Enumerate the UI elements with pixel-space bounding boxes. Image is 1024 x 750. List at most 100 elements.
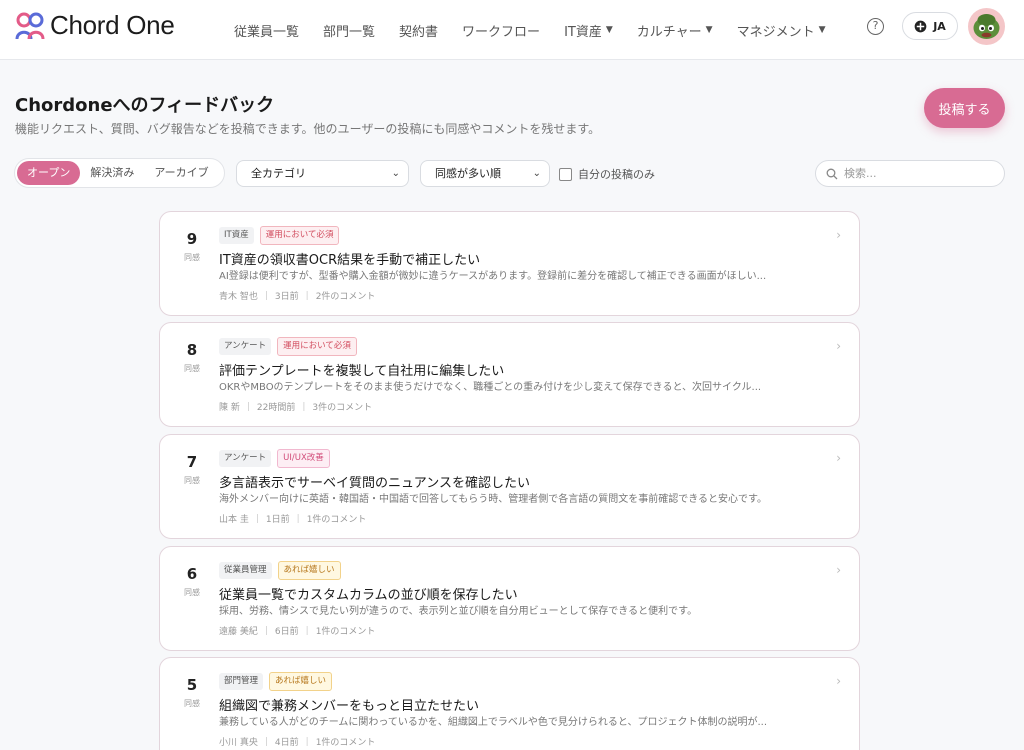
card-description: AI登録は便利ですが、型番や購入金額が微妙に違うケースがあります。登録前に差分を… — [219, 271, 767, 282]
vote-count[interactable]: 7 同感 — [180, 453, 204, 486]
meta-divider: | — [264, 290, 268, 301]
meta-divider: | — [246, 401, 250, 412]
category-select[interactable]: 全カテゴリ ⌄ — [236, 160, 409, 187]
vote-number: 5 — [186, 676, 198, 694]
post-button[interactable]: 投稿する — [924, 88, 1005, 128]
priority-badge: 運用において必須 — [277, 337, 357, 356]
search-input[interactable] — [844, 167, 994, 180]
author-name: 青木 智也 — [219, 292, 258, 302]
chevron-right-icon: › — [836, 674, 841, 688]
category-tag: 部門管理 — [219, 673, 264, 690]
comment-count: 2件のコメント — [315, 292, 376, 302]
chevron-down-icon: ⌄ — [391, 168, 400, 179]
meta-divider: | — [305, 625, 309, 636]
sort-select-value: 同感が多い順 — [435, 167, 501, 180]
language-button[interactable]: JA — [902, 12, 958, 40]
category-tag: アンケート — [219, 338, 272, 355]
meta-divider: | — [302, 401, 306, 412]
nav-item-workflow[interactable]: ワークフロー — [450, 21, 552, 40]
comment-count: 1件のコメント — [306, 515, 367, 525]
category-tag: アンケート — [219, 450, 272, 467]
top-header: Chord One 従業員一覧 部門一覧 契約書 ワークフロー IT資産 ▼ カル… — [0, 0, 1024, 60]
page-title: Chordoneへのフィードバック — [15, 95, 275, 116]
feedback-card[interactable]: 7 同感 アンケート UI/UX改善 多言語表示でサーベイ質問のニュアンスを確認… — [159, 434, 860, 539]
vote-label: 同感 — [184, 364, 200, 373]
avatar-image — [973, 14, 1000, 39]
vote-count[interactable]: 8 同感 — [180, 341, 204, 374]
vote-number: 9 — [186, 230, 198, 248]
tab-archive[interactable]: アーカイブ — [144, 161, 218, 185]
card-tags: アンケート UI/UX改善 — [219, 449, 330, 468]
nav-item-culture[interactable]: カルチャー ▼ — [625, 21, 725, 40]
meta-divider: | — [264, 625, 268, 636]
caret-down-icon: ▼ — [818, 25, 826, 35]
card-meta: 陳 新 | 22時間前 | 3件のコメント — [219, 400, 373, 414]
vote-count[interactable]: 9 同感 — [180, 230, 204, 263]
feedback-card[interactable]: 5 同感 部門管理 あれば嬉しい 組織図で兼務メンバーをもっと目立たせたい 兼務… — [159, 657, 860, 750]
vote-count[interactable]: 5 同感 — [180, 676, 204, 709]
chevron-right-icon: › — [836, 228, 841, 242]
comment-count: 3件のコメント — [312, 403, 373, 413]
tab-resolved[interactable]: 解決済み — [80, 161, 144, 185]
card-title: 評価テンプレートを複製して自社用に編集したい — [219, 364, 505, 379]
vote-count[interactable]: 6 同感 — [180, 565, 204, 598]
user-avatar[interactable] — [968, 8, 1005, 45]
chevron-right-icon: › — [836, 339, 841, 353]
caret-down-icon: ▼ — [605, 25, 613, 35]
card-tags: 従業員管理 あれば嬉しい — [219, 561, 341, 580]
nav-item-contracts[interactable]: 契約書 — [387, 21, 450, 40]
search-box[interactable] — [815, 160, 1005, 187]
logo-mark-icon — [15, 12, 45, 39]
question-circle-icon[interactable]: ? — [867, 18, 884, 35]
nav-label: カルチャー — [636, 24, 702, 40]
vote-label: 同感 — [184, 476, 200, 485]
card-description: OKRやMBOのテンプレートをそのまま使うだけでなく、職種ごとの重み付けを少し変… — [219, 382, 762, 393]
post-time: 3日前 — [274, 292, 299, 302]
nav-label: 部門一覧 — [323, 24, 376, 40]
app-logo[interactable]: Chord One — [14, 10, 175, 41]
card-tags: IT資産 運用において必須 — [219, 226, 340, 245]
priority-badge: UI/UX改善 — [277, 449, 330, 468]
mine-only-label: 自分の投稿のみ — [578, 168, 655, 181]
card-title: 組織図で兼務メンバーをもっと目立たせたい — [219, 699, 480, 714]
nav-item-employees[interactable]: 従業員一覧 — [222, 21, 311, 40]
sort-select[interactable]: 同感が多い順 ⌄ — [420, 160, 550, 187]
post-time: 22時間前 — [256, 403, 296, 413]
priority-badge: 運用において必須 — [259, 226, 340, 245]
nav-item-departments[interactable]: 部門一覧 — [311, 21, 387, 40]
vote-label: 同感 — [184, 588, 200, 597]
card-description: 海外メンバー向けに英語・韓国語・中国語で回答してもらう時、管理者側で各言語の質問… — [219, 494, 767, 505]
meta-divider: | — [255, 513, 259, 524]
mine-only-checkbox[interactable] — [559, 167, 572, 181]
author-name: 小川 真央 — [219, 738, 258, 748]
card-tags: 部門管理 あれば嬉しい — [219, 672, 333, 691]
feedback-card[interactable]: 6 同感 従業員管理 あれば嬉しい 従業員一覧でカスタムカラムの並び順を保存した… — [159, 546, 860, 651]
card-description: 兼務している人がどのチームに関わっているかを、組織図上でラベルや色で見分けられる… — [219, 717, 768, 728]
nav-label: 従業員一覧 — [234, 24, 300, 40]
feedback-card[interactable]: 9 同感 IT資産 運用において必須 IT資産の領収書OCR結果を手動で補正した… — [159, 211, 860, 316]
nav-label: ワークフロー — [462, 24, 541, 40]
vote-number: 8 — [186, 341, 198, 359]
category-select-value: 全カテゴリ — [251, 167, 306, 180]
mine-only-filter[interactable]: 自分の投稿のみ — [559, 166, 655, 182]
page-subtitle: 機能リクエスト、質問、バグ報告などを投稿できます。他のユーザーの投稿にも同感やコ… — [15, 122, 601, 136]
card-meta: 青木 智也 | 3日前 | 2件のコメント — [219, 289, 376, 303]
meta-divider: | — [305, 736, 309, 747]
nav-item-it-assets[interactable]: IT資産 ▼ — [552, 21, 625, 40]
chevron-right-icon: › — [836, 563, 841, 577]
nav-label: IT資産 — [564, 24, 602, 40]
tab-open[interactable]: オープン — [17, 161, 81, 185]
feedback-card[interactable]: 8 同感 アンケート 運用において必須 評価テンプレートを複製して自社用に編集し… — [159, 322, 860, 427]
caret-down-icon: ▼ — [705, 25, 713, 35]
card-description: 採用、労務、情シスで見たい列が違うので、表示列と並び順を自分用ビューとして保存で… — [219, 606, 698, 617]
nav-item-management[interactable]: マネジメント ▼ — [725, 21, 838, 40]
vote-number: 6 — [186, 565, 198, 583]
vote-number: 7 — [186, 453, 198, 471]
card-meta: 小川 真央 | 4日前 | 1件のコメント — [219, 735, 375, 749]
post-time: 4日前 — [274, 738, 299, 748]
status-tabs: オープン 解決済み アーカイブ — [14, 158, 225, 188]
author-name: 遠藤 美紀 — [219, 627, 258, 637]
category-tag: IT資産 — [219, 227, 254, 244]
post-time: 6日前 — [274, 627, 299, 637]
author-name: 山本 圭 — [219, 515, 249, 525]
